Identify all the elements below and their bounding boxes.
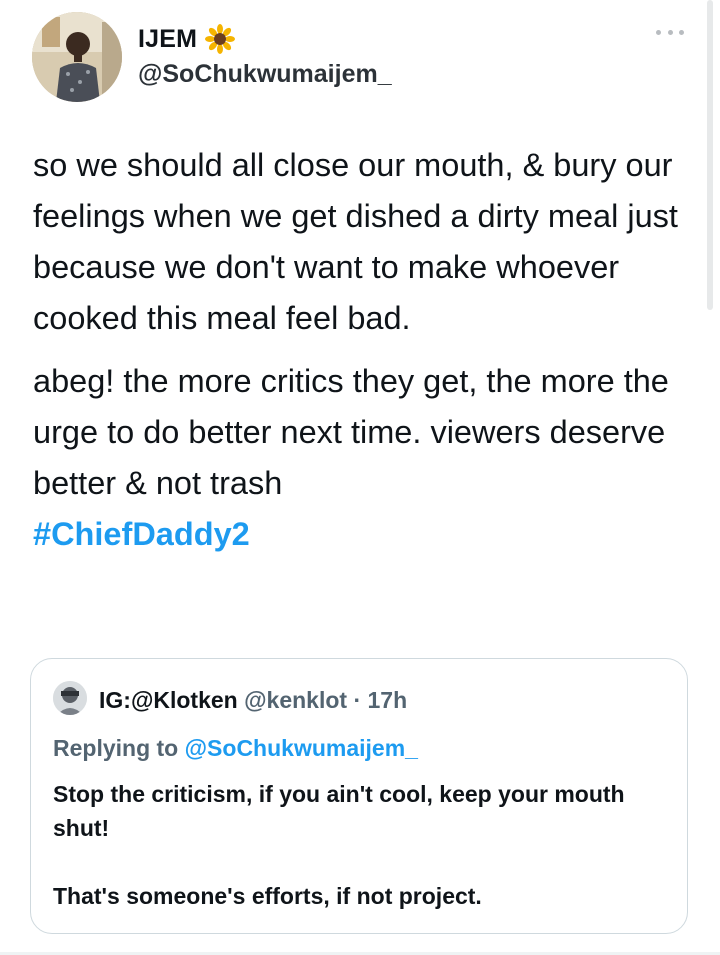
sunflower-icon: [205, 24, 236, 54]
quoted-avatar-photo-icon: [53, 681, 87, 715]
more-dot: [679, 30, 684, 35]
avatar-photo-icon: [32, 12, 122, 102]
quoted-author-avatar[interactable]: [53, 681, 87, 715]
quoted-timestamp[interactable]: 17h: [368, 687, 408, 713]
tweet-paragraph-1: so we should all close our mouth, & bury…: [33, 147, 678, 336]
more-dot: [667, 30, 673, 35]
quoted-author-name[interactable]: IG:@Klotken: [99, 687, 238, 713]
replying-to-line: Replying to @SoChukwumaijem_: [53, 735, 418, 762]
more-dot: [656, 30, 661, 35]
author-handle[interactable]: @SoChukwumaijem_: [138, 60, 392, 89]
quoted-paragraph-2: That's someone's efforts, if not project…: [53, 883, 482, 909]
quoted-author-handle[interactable]: @kenklot: [244, 687, 347, 713]
quoted-text: Stop the criticism, if you ain't cool, k…: [53, 777, 653, 947]
tweet-text: so we should all close our mouth, & bury…: [33, 140, 703, 572]
more-options-icon[interactable]: [656, 30, 684, 40]
tweet-paragraph-2-text: abeg! the more critics they get, the mor…: [33, 363, 669, 501]
scrollbar[interactable]: [707, 0, 713, 310]
quoted-header: IG:@Klotken @kenklot · 17h: [99, 687, 407, 714]
author-name-text: IJEM: [138, 24, 198, 53]
quoted-paragraph-1: Stop the criticism, if you ain't cool, k…: [53, 781, 625, 841]
tweet-paragraph-2: abeg! the more critics they get, the mor…: [33, 356, 703, 560]
author-display-name[interactable]: IJEM: [138, 24, 236, 54]
author-avatar[interactable]: [32, 12, 122, 102]
replying-to-label: Replying to: [53, 735, 179, 761]
quoted-tweet[interactable]: IG:@Klotken @kenklot · 17h Replying to @…: [30, 658, 688, 934]
replying-to-mention[interactable]: @SoChukwumaijem_: [185, 735, 418, 761]
hashtag-link[interactable]: #ChiefDaddy2: [33, 509, 703, 560]
quoted-separator: ·: [353, 687, 362, 713]
